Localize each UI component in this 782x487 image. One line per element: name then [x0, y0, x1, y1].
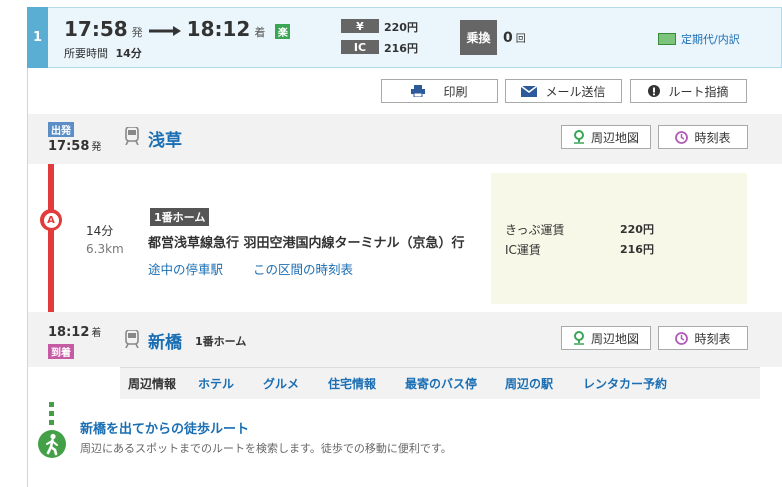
segment-distance: 6.3km — [86, 242, 124, 256]
nearby-label: 周辺情報 — [128, 377, 177, 391]
walk-badge — [38, 430, 66, 458]
walking-person-icon — [46, 433, 58, 456]
nearby-link-gourmet[interactable]: グルメ — [263, 375, 299, 392]
printer-icon — [411, 85, 426, 97]
intermediate-stops-link[interactable]: 途中の停車駅 — [148, 259, 223, 278]
nearby-link-housing[interactable]: 住宅情報 — [328, 375, 376, 392]
duration: 所要時間 14分 — [64, 45, 142, 61]
segment-timetable-link[interactable]: この区間の時刻表 — [253, 259, 353, 278]
departure-timetable-label: 時刻表 — [694, 130, 731, 145]
transfer-number: 0 — [503, 30, 513, 46]
line-badge: A — [40, 209, 62, 231]
departure-time: 17:58 — [48, 139, 90, 154]
route-index: 1 — [27, 7, 48, 68]
arrival-timetable-label: 時刻表 — [694, 331, 731, 346]
transfer-unit: 回 — [515, 34, 526, 45]
arrival-tag: 到着 — [48, 344, 74, 359]
walk-route-link[interactable]: 新橋を出てからの徒歩ルート — [80, 418, 249, 437]
commuter-fare-link[interactable]: 定期代/内訳 — [658, 31, 740, 47]
walk-route-desc: 周辺にあるスポットまでのルートを検索します。徒歩での移動に便利です。 — [80, 442, 452, 455]
report-label: ルート指摘 — [668, 84, 729, 99]
transfer-count: 0 回 — [503, 30, 526, 46]
departure-tag: 出発 — [48, 122, 74, 137]
fare-ticket-label: きっぷ運賃 — [505, 223, 565, 237]
platform-badge: 1番ホーム — [150, 208, 210, 226]
line-name: 都営浅草線急行 羽田空港国内線ターミナル（京急）行 — [148, 236, 465, 251]
fare-ic-label: IC運賃 — [505, 243, 541, 257]
arrival-timetable-button[interactable]: 時刻表 — [658, 326, 748, 350]
clock-icon — [675, 331, 689, 345]
mail-button[interactable]: メール送信 — [505, 79, 622, 103]
arrival-time-wrap: 18:12 着 — [48, 324, 101, 340]
departure-timetable-button[interactable]: 時刻表 — [658, 125, 748, 149]
pass-icon — [658, 33, 676, 45]
train-icon — [125, 127, 139, 145]
arrival-platform: 1番ホーム — [195, 335, 247, 348]
line-color-bar — [48, 164, 54, 312]
departure-map-label: 周辺地図 — [590, 130, 639, 145]
arrival-suffix: 着 — [91, 328, 102, 339]
arrival-time: 18:12 — [48, 325, 90, 340]
departure-map-button[interactable]: 周辺地図 — [561, 125, 651, 149]
nearby-link-bus-stop[interactable]: 最寄のバス停 — [405, 375, 477, 392]
nearby-link-stations[interactable]: 周辺の駅 — [505, 375, 553, 392]
departure-station-link[interactable]: 浅草 — [148, 126, 182, 151]
yen-label: ¥ — [341, 19, 379, 33]
duration-label: 所要時間 — [64, 47, 108, 60]
print-button[interactable]: 印刷 — [381, 79, 498, 103]
fare-ic-value: 216円 — [620, 243, 654, 256]
arrival-map-label: 周辺地図 — [590, 331, 639, 346]
arrive-suffix: 着 — [254, 26, 266, 39]
summary-fare-ic: 216円 — [384, 42, 418, 55]
summary-fare-ticket: 220円 — [384, 21, 418, 34]
depart-time: 17:58 — [64, 17, 128, 41]
duration-value: 14分 — [115, 47, 142, 60]
segment-minutes: 14分 — [86, 224, 114, 238]
transfer-label: 乗換 — [460, 20, 497, 55]
time-range: 17:58 発 18:12 着 楽 — [64, 17, 291, 41]
line-letter: A — [43, 212, 59, 228]
train-icon — [125, 330, 139, 348]
fare-box — [491, 173, 747, 304]
mail-label: メール送信 — [545, 84, 606, 99]
depart-suffix: 発 — [131, 26, 143, 39]
commuter-fare-label: 定期代/内訳 — [681, 33, 740, 46]
report-route-button[interactable]: ルート指摘 — [630, 79, 747, 103]
comfort-badge: 楽 — [275, 24, 291, 39]
walk-dotted-line — [49, 402, 54, 426]
arrival-map-button[interactable]: 周辺地図 — [561, 326, 651, 350]
nearby-link-rental-car[interactable]: レンタカー予約 — [583, 375, 667, 392]
clock-icon — [675, 130, 689, 144]
alert-icon — [648, 85, 661, 97]
departure-time-wrap: 17:58 発 — [48, 138, 101, 154]
arrive-time: 18:12 — [186, 17, 251, 41]
fare-ticket-value: 220円 — [620, 223, 654, 236]
mail-icon — [521, 85, 538, 97]
departure-suffix: 発 — [91, 142, 102, 153]
ic-label: IC — [341, 40, 379, 54]
map-pin-icon — [573, 331, 584, 345]
arrow-right-icon — [148, 26, 181, 36]
arrival-station-link[interactable]: 新橋 — [148, 328, 182, 353]
print-label: 印刷 — [443, 84, 468, 99]
map-pin-icon — [573, 130, 584, 144]
nearby-link-hotel[interactable]: ホテル — [198, 375, 234, 392]
